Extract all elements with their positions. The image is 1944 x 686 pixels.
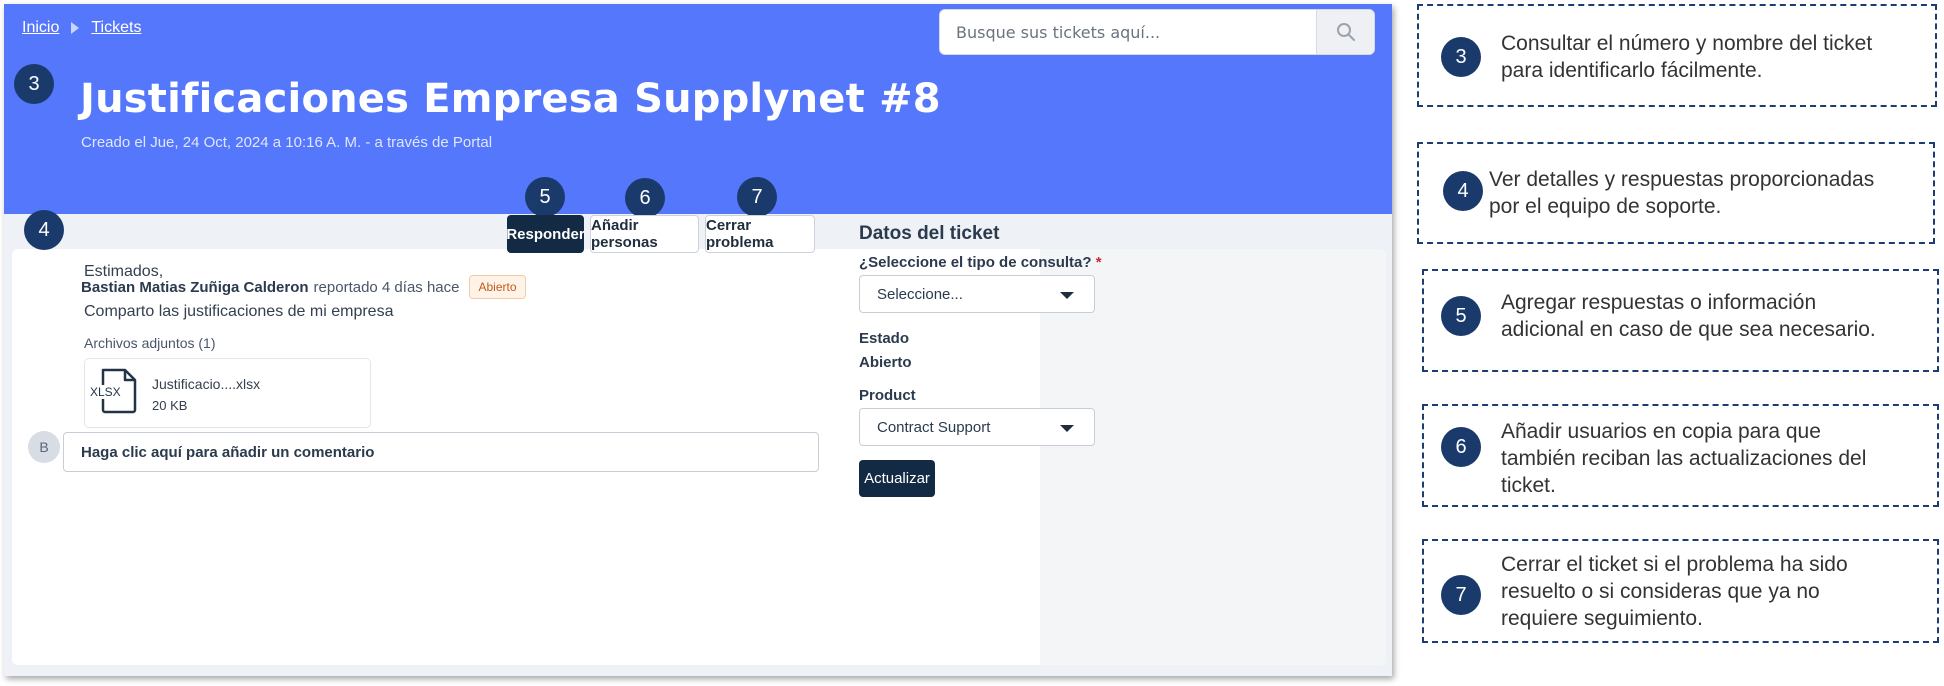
breadcrumb: Inicio Tickets [22,19,141,37]
consult-type-select[interactable]: Seleccione... [859,275,1095,313]
callout-line: Agregar respuestas o información [1501,291,1817,314]
callout-text: Agregar respuestas o información adicion… [1501,289,1876,343]
step-marker-4: 4 [24,210,64,250]
callout-line: resuelto o si consideras que ya no [1501,580,1820,603]
consult-type-label-text: ¿Seleccione el tipo de consulta? [859,254,1092,271]
ticket-title: Justificaciones Empresa Supplynet #8 [80,76,941,122]
message-body: Comparto las justificaciones de mi empre… [84,303,394,320]
breadcrumb-tickets-link[interactable]: Tickets [91,19,141,37]
attachment-file-size: 20 KB [152,398,188,413]
step-marker-6: 6 [625,178,665,218]
caret-down-icon [1060,292,1074,299]
ticket-screenshot: Inicio Tickets 3 Justificaciones Empresa… [4,4,1392,676]
attachments-label: Archivos adjuntos (1) [84,335,216,351]
callout-line: Consultar el número y nombre del ticket [1501,32,1873,55]
callout-number: 7 [1441,575,1481,615]
ticket-search [939,9,1375,55]
search-button[interactable] [1316,10,1374,54]
callout-line: Cerrar el ticket si el problema ha sido [1501,553,1848,576]
step-marker-5: 5 [525,177,565,217]
product-value: Contract Support [877,418,991,436]
callout-text: Cerrar el ticket si el problema ha sido … [1501,551,1848,632]
callout-text: Ver detalles y respuestas proporcionadas… [1489,166,1874,220]
callout-number: 4 [1443,171,1483,211]
consult-type-value: Seleccione... [877,285,963,303]
callout-line: para identificarlo fácilmente. [1501,59,1763,82]
comment-input[interactable]: Haga clic aquí para añadir un comentario [63,432,819,472]
callout-number: 6 [1441,427,1481,467]
close-problem-button[interactable]: Cerrar problema [705,215,815,253]
callout-line: Añadir usuarios en copia para que [1501,420,1821,443]
state-value: Abierto [859,354,912,371]
details-title: Datos del ticket [859,223,1000,244]
callout-text: Añadir usuarios en copia para que tambié… [1501,418,1866,499]
chevron-right-icon [71,22,80,34]
author-name: Bastian Matias Zuñiga Calderon [81,278,309,296]
update-button[interactable]: Actualizar [859,460,935,497]
callout-line: Ver detalles y respuestas proporcionadas [1489,168,1875,191]
callout-line: ticket. [1501,474,1556,497]
callout-line: adicional en caso de que sea necesario. [1501,318,1876,341]
callout-number: 5 [1441,296,1481,336]
callout-line: también reciban las actualizaciones del [1501,447,1867,470]
attachment-file-name[interactable]: Justificacio....xlsx [152,376,260,392]
callout-6: 6 Añadir usuarios en copia para que tamb… [1422,404,1939,507]
ticket-header: Inicio Tickets 3 Justificaciones Empresa… [4,4,1392,214]
callout-5: 5 Agregar respuestas o información adici… [1422,269,1939,372]
step-marker-3: 3 [14,64,54,104]
callout-line: por el equipo de soporte. [1489,195,1722,218]
reported-time: reportado 4 días hace [313,278,460,296]
product-select[interactable]: Contract Support [859,408,1095,446]
callout-7: 7 Cerrar el ticket si el problema ha sid… [1422,539,1939,643]
callout-3: 3 Consultar el número y nombre del ticke… [1417,4,1937,107]
search-icon [1336,23,1355,41]
avatar: B [28,431,60,463]
message-greeting: Estimados, [84,263,164,280]
breadcrumb-home-link[interactable]: Inicio [22,19,59,37]
callout-text: Consultar el número y nombre del ticket … [1501,30,1872,84]
caret-down-icon [1060,425,1074,432]
status-badge: Abierto [469,275,526,299]
attachment-card[interactable]: XLSX Justificacio....xlsx 20 KB [84,358,371,428]
search-input[interactable] [940,10,1316,54]
required-mark: * [1095,254,1102,271]
ticket-created-info: Creado el Jue, 24 Oct, 2024 a 10:16 A. M… [81,134,493,151]
step-marker-7: 7 [737,177,777,217]
consult-type-label: ¿Seleccione el tipo de consulta? * [859,254,1102,271]
state-label: Estado [859,330,910,347]
callout-4: 4 Ver detalles y respuestas proporcionad… [1417,142,1935,244]
add-people-button[interactable]: Añadir personas [590,215,699,253]
callout-line: requiere seguimiento. [1501,607,1703,630]
callout-number: 3 [1441,37,1481,77]
reply-button[interactable]: Responder [506,215,585,253]
file-type-label: XLSX [89,385,122,399]
product-label: Product [859,387,916,404]
